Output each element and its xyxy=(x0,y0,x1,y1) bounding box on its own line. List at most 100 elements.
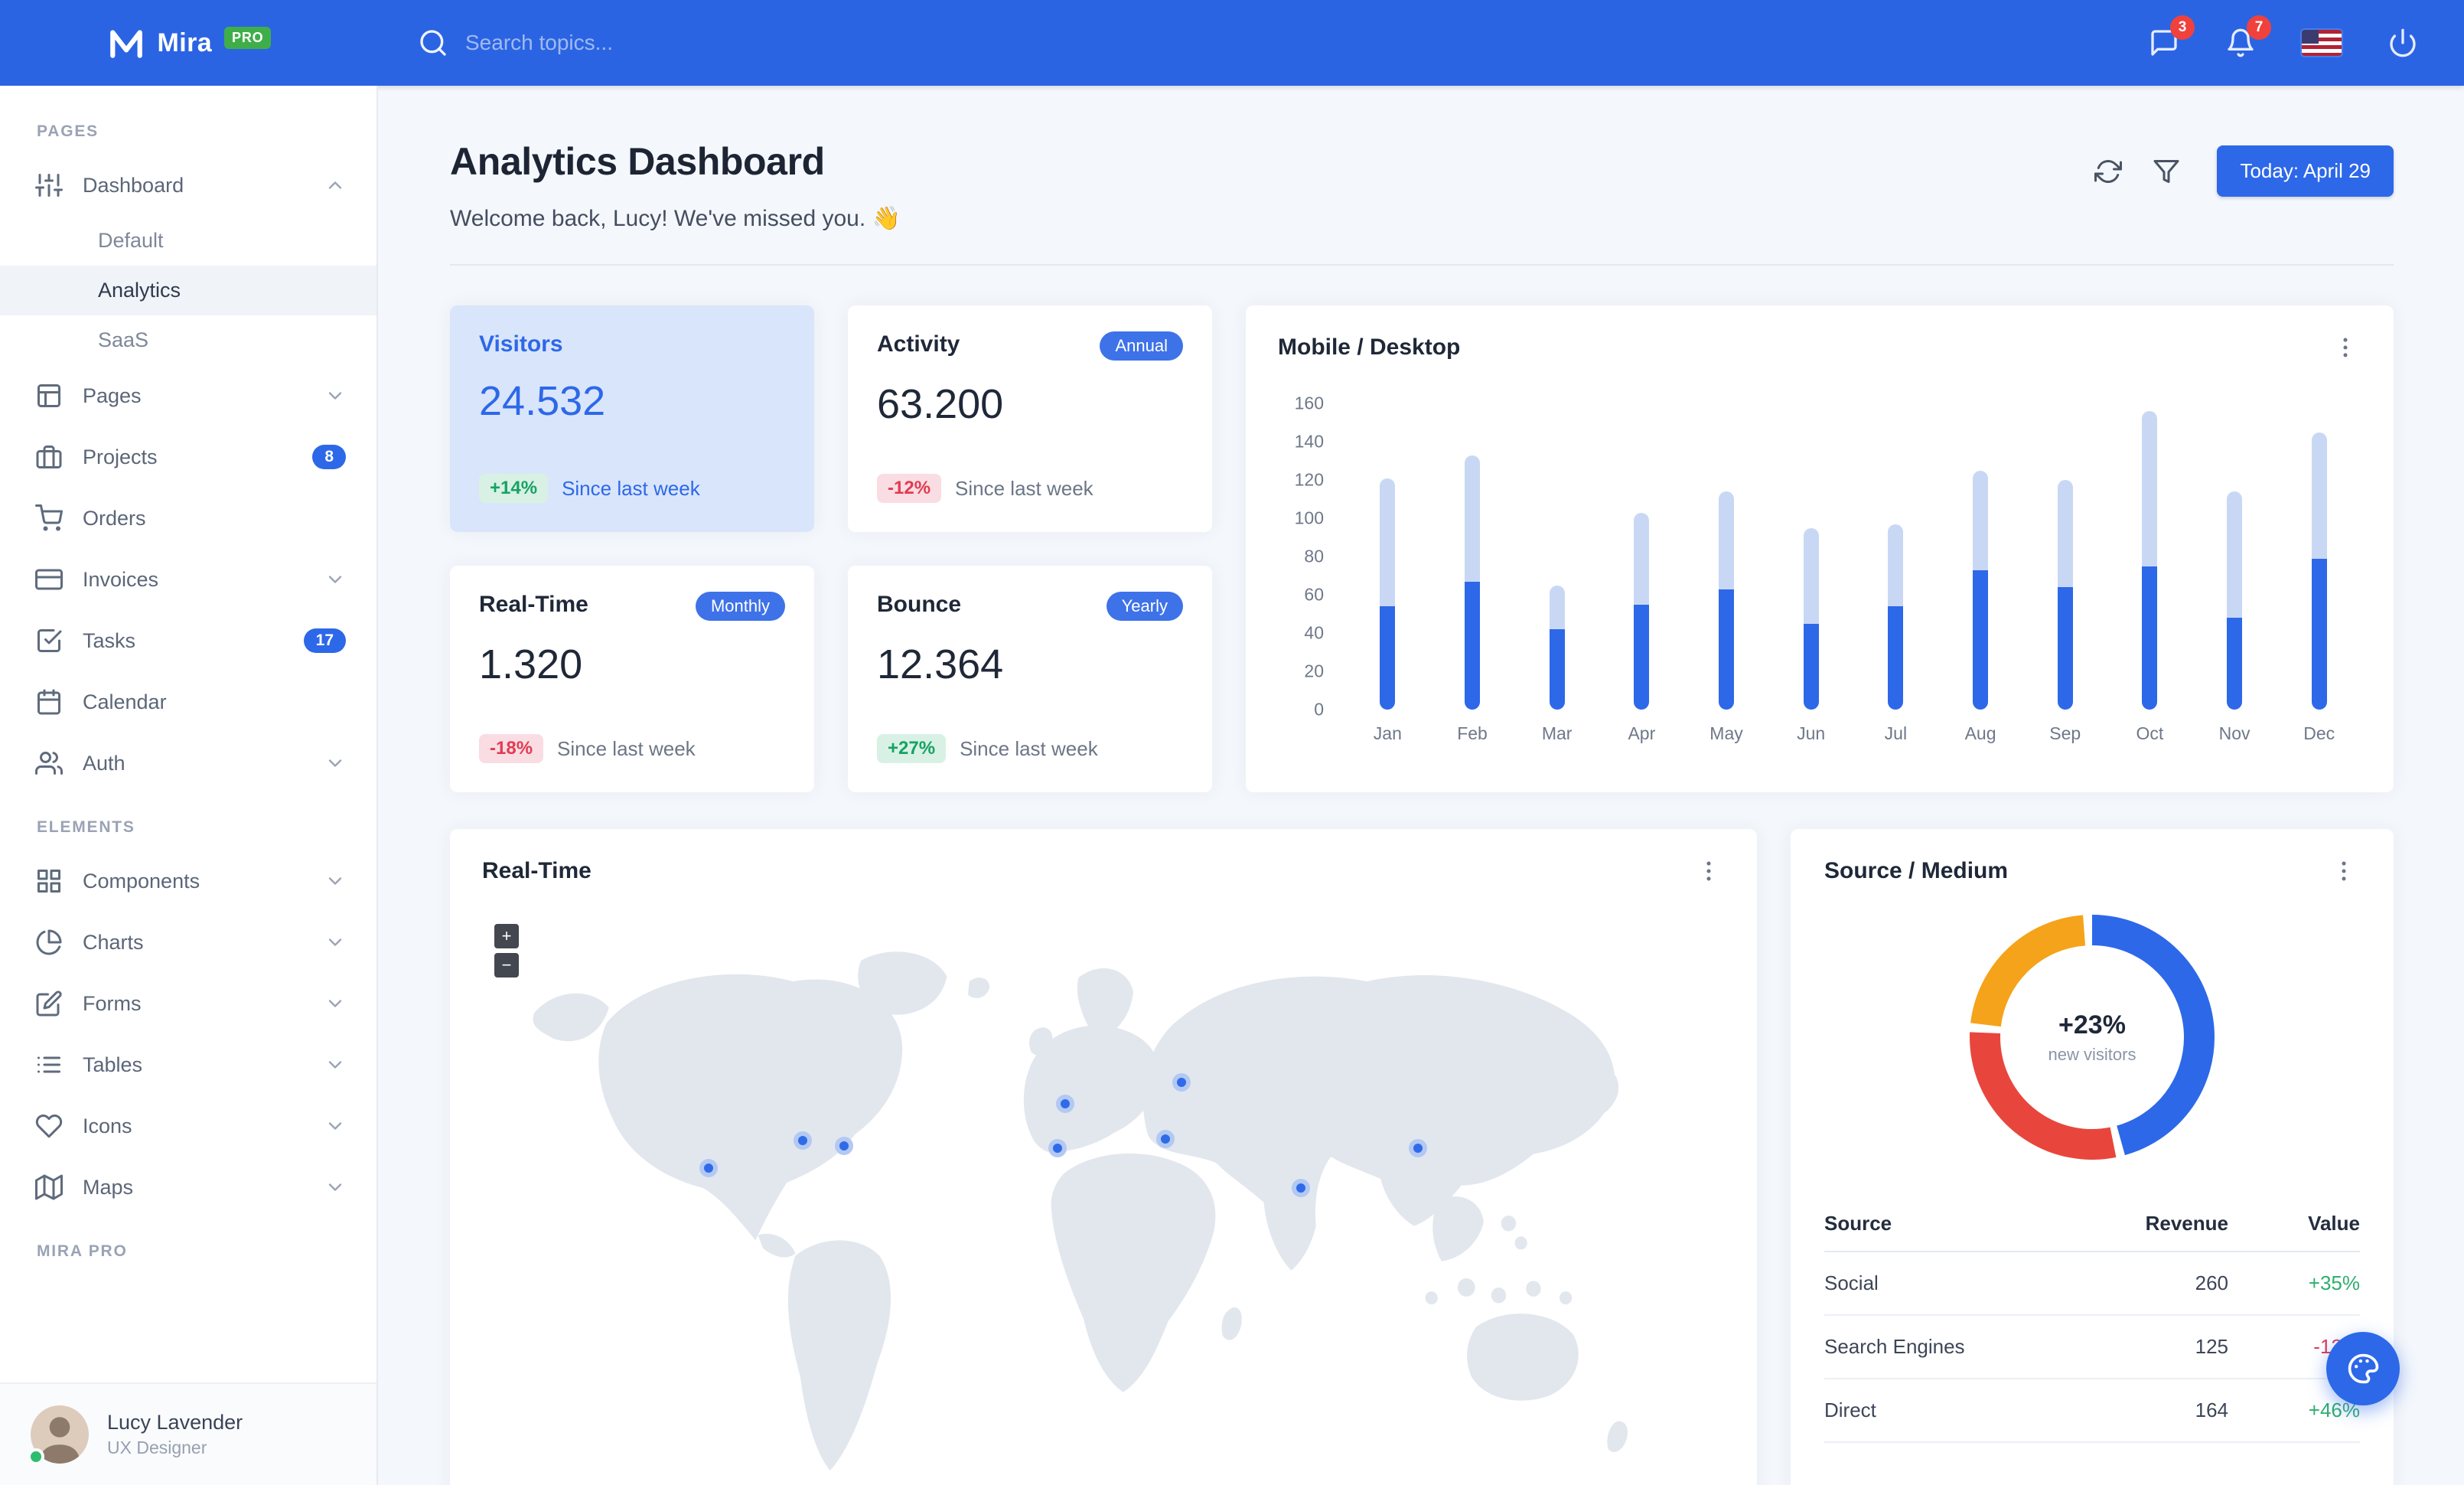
chevron-down-icon xyxy=(328,759,342,767)
map-marker-eastern-europe[interactable] xyxy=(1172,1073,1191,1092)
notifications-count-badge: 7 xyxy=(2247,15,2271,40)
stat-title: Bounce xyxy=(877,592,962,617)
map-marker-europe-west[interactable] xyxy=(1048,1138,1067,1157)
stat-value: 24.532 xyxy=(479,378,606,424)
bar-chart: 0 20 40 60 80 100 120 140 160 Jan Feb Mar Apr May Jun… xyxy=(1278,393,2361,766)
bar-segment-desktop xyxy=(2057,480,2073,587)
sidebar-user[interactable]: Lucy Lavender UX Designer xyxy=(0,1382,376,1485)
language-flag-button[interactable] xyxy=(2302,30,2342,56)
bar-segment-mobile xyxy=(1380,606,1396,710)
sidebar-subitem-analytics[interactable]: Analytics xyxy=(0,266,376,315)
map-marker-europe-central[interactable] xyxy=(1055,1094,1074,1113)
x-axis-label: Jan xyxy=(1373,723,1402,743)
list-icon xyxy=(37,1056,60,1073)
bar-segment-mobile xyxy=(1549,629,1565,710)
main-content: Analytics Dashboard Welcome back, Lucy! … xyxy=(378,86,2464,1485)
map-marker-india[interactable] xyxy=(1292,1178,1311,1197)
bar-column-may xyxy=(1684,403,1769,710)
sidebar-item-maps[interactable]: Maps xyxy=(0,1157,376,1218)
search-icon xyxy=(420,30,446,56)
theme-customizer-fab[interactable] xyxy=(2326,1332,2400,1405)
zoom-out-button[interactable]: − xyxy=(494,953,519,977)
bar-segment-mobile xyxy=(1719,589,1735,710)
sidebar-item-tasks[interactable]: Tasks 17 xyxy=(0,610,376,671)
x-axis-label: Jun xyxy=(1797,723,1826,743)
notifications-button[interactable]: 7 xyxy=(2225,15,2271,58)
y-axis: 0 20 40 60 80 100 120 140 160 xyxy=(1278,393,1324,720)
sidebar-item-dashboard[interactable]: Dashboard xyxy=(0,155,376,216)
page-heading-block: Analytics Dashboard Welcome back, Lucy! … xyxy=(450,139,901,232)
bar-segment-desktop xyxy=(2227,491,2243,618)
sidebar-item-pages[interactable]: Pages xyxy=(0,365,376,426)
stacked-bar xyxy=(1719,491,1735,710)
map-marker-east-asia[interactable] xyxy=(1408,1138,1427,1157)
global-search xyxy=(418,28,833,58)
sidebar-item-icons[interactable]: Icons xyxy=(0,1095,376,1157)
online-status-dot xyxy=(28,1448,44,1465)
sidebar-item-charts[interactable]: Charts xyxy=(0,912,376,973)
zoom-in-button[interactable]: + xyxy=(494,924,519,948)
bar-segment-mobile xyxy=(2057,587,2073,710)
sidebar-item-auth[interactable]: Auth xyxy=(0,733,376,794)
y-axis-tick: 160 xyxy=(1294,393,1324,413)
sign-out-button[interactable] xyxy=(2387,28,2418,58)
map-marker-us-east[interactable] xyxy=(834,1137,853,1156)
cell-revenue: 164 xyxy=(2078,1379,2228,1443)
stat-card-top: Bounce Yearly xyxy=(877,592,1183,621)
y-axis-tick: 0 xyxy=(1314,699,1324,720)
sidebar-item-forms[interactable]: Forms xyxy=(0,973,376,1034)
table-row-search-engines: Search Engines125-12% xyxy=(1824,1315,2360,1379)
realtime-map-card: Real-Time + − xyxy=(450,829,1757,1485)
x-axis: Jan Feb Mar Apr May Jun Jul Aug Sep Oct Nov Dec xyxy=(1345,723,2361,744)
map-marker-middle-east[interactable] xyxy=(1156,1129,1175,1148)
messages-button[interactable]: 3 xyxy=(2149,15,2195,58)
date-range-button[interactable]: Today: April 29 xyxy=(2217,145,2394,197)
us-flag-icon xyxy=(2302,30,2342,56)
chevron-down-icon xyxy=(328,877,342,885)
sidebar-item-projects[interactable]: Projects 8 xyxy=(0,426,376,488)
brand[interactable]: Mira PRO xyxy=(0,24,378,62)
stat-note-text: Since last week xyxy=(955,476,1093,500)
world-map-body: + − xyxy=(482,906,1725,1485)
sidebar-subitem-saas[interactable]: SaaS xyxy=(0,315,376,365)
chart-menu-button[interactable] xyxy=(2329,331,2361,364)
sidebar-subitem-default[interactable]: Default xyxy=(0,216,376,266)
stat-note-text: Since last week xyxy=(557,736,696,760)
stat-change-badge: -12% xyxy=(877,474,942,503)
sidebar-item-label: Calendar xyxy=(83,690,167,713)
refresh-button[interactable] xyxy=(2085,148,2131,194)
bar-segment-mobile xyxy=(2311,558,2327,710)
sidebar-item-orders[interactable]: Orders xyxy=(0,488,376,549)
stat-note-row: +14% Since last week xyxy=(479,474,785,506)
stacked-bar xyxy=(2227,491,2243,710)
cell-revenue: 260 xyxy=(2078,1252,2228,1316)
filter-button[interactable] xyxy=(2143,148,2189,194)
check-square-icon xyxy=(37,629,62,652)
stat-card-activity: Activity Annual 63.200 -12% Since last week xyxy=(848,305,1212,532)
source-card-header: Source / Medium xyxy=(1824,855,2360,887)
source-menu-button[interactable] xyxy=(2328,855,2360,887)
period-pill: Annual xyxy=(1100,331,1183,361)
map-menu-button[interactable] xyxy=(1693,855,1725,887)
sidebar-item-label: Tables xyxy=(83,1053,143,1076)
plot-area: Jan Feb Mar Apr May Jun Jul Aug Sep Oct Nov Dec xyxy=(1345,403,2361,766)
sidebar-item-components[interactable]: Components xyxy=(0,850,376,912)
map-marker-us-central[interactable] xyxy=(793,1131,812,1150)
sidebar-item-label: Orders xyxy=(83,506,146,530)
sidebar-item-label: Forms xyxy=(83,991,142,1015)
sidebar-section-label-elements: Elements xyxy=(37,818,135,836)
x-axis-label: Dec xyxy=(2303,723,2335,743)
stat-change-badge: +14% xyxy=(479,474,549,503)
sidebar-item-calendar[interactable]: Calendar xyxy=(0,671,376,733)
sidebar-item-invoices[interactable]: Invoices xyxy=(0,549,376,610)
search-input[interactable] xyxy=(465,31,833,55)
sidebar-item-label: Charts xyxy=(83,930,144,954)
stat-note-text: Since last week xyxy=(562,476,700,500)
y-axis-tick: 120 xyxy=(1294,469,1324,490)
bar-segment-desktop xyxy=(1549,585,1565,629)
stacked-bar xyxy=(1888,524,1904,710)
sidebar-item-tables[interactable]: Tables xyxy=(0,1034,376,1095)
map-marker-us-west[interactable] xyxy=(699,1159,718,1178)
avatar xyxy=(28,1405,89,1465)
map-icon xyxy=(35,1174,63,1200)
